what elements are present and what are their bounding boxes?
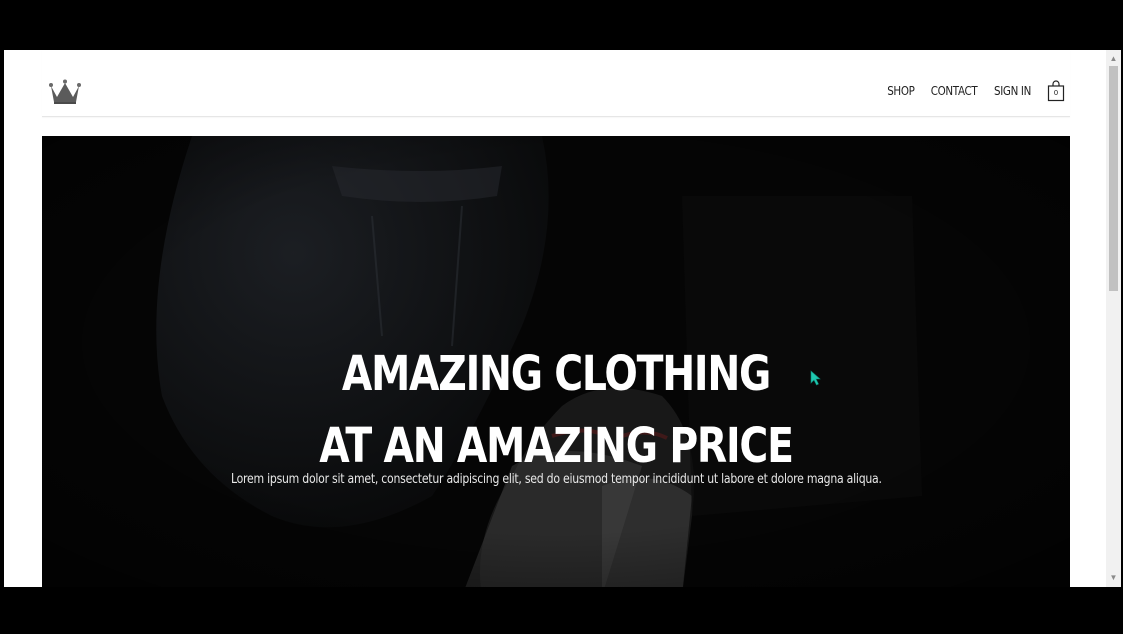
- nav-sign-in[interactable]: SIGN IN: [994, 84, 1031, 98]
- main-nav: SHOP CONTACT SIGN IN 0: [875, 78, 1066, 104]
- scrollbar-thumb[interactable]: [1109, 66, 1118, 291]
- scroll-down-arrow-icon[interactable]: ▼: [1106, 571, 1121, 585]
- mouse-cursor-icon: [810, 370, 821, 386]
- scroll-up-arrow-icon[interactable]: ▲: [1106, 52, 1121, 66]
- browser-viewport: SHOP CONTACT SIGN IN 0 AMAZING CLOTHING …: [4, 50, 1106, 587]
- cart-button[interactable]: 0: [1046, 80, 1066, 102]
- cart-count: 0: [1053, 89, 1059, 97]
- nav-shop[interactable]: SHOP: [887, 84, 915, 98]
- hero-title-line-1: AMAZING CLOTHING: [341, 346, 771, 403]
- hero-title: AMAZING CLOTHING AT AN AMAZING PRICE: [42, 338, 1070, 482]
- hero-subtitle-text: Lorem ipsum dolor sit amet, consectetur …: [230, 472, 882, 487]
- crown-icon[interactable]: [48, 77, 82, 105]
- hero-subtitle: Lorem ipsum dolor sit amet, consectetur …: [42, 472, 1070, 487]
- nav-contact[interactable]: CONTACT: [931, 84, 978, 98]
- hero-banner: AMAZING CLOTHING AT AN AMAZING PRICE Lor…: [42, 136, 1070, 587]
- vertical-scrollbar[interactable]: ▲ ▼: [1106, 50, 1121, 587]
- site-header: SHOP CONTACT SIGN IN 0: [42, 50, 1070, 117]
